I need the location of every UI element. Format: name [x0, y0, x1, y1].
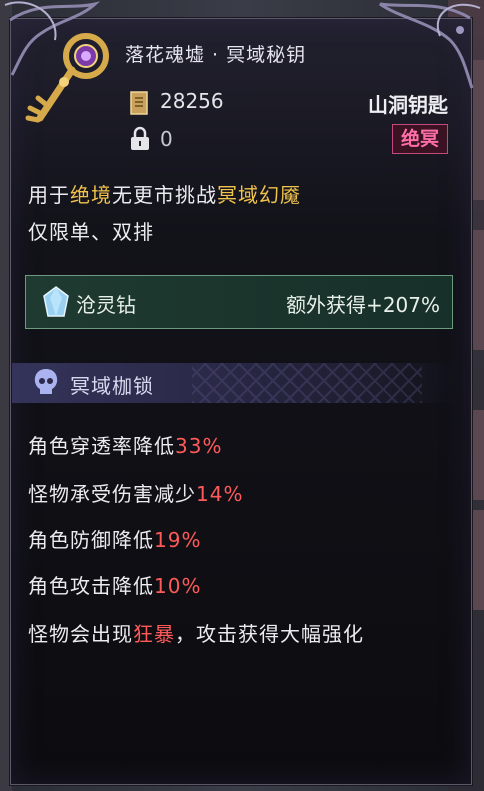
modifier-2: 怪物承受伤害减少14% — [28, 482, 244, 506]
highlight-mode: 绝境 — [70, 183, 112, 207]
section-title: 冥域枷锁 — [70, 374, 154, 398]
item-name: 落花魂墟 · 冥域秘钥 — [125, 44, 307, 66]
item-type: 山洞钥匙 — [368, 93, 448, 117]
rarity-badge: 绝冥 — [391, 124, 448, 154]
skull-icon — [34, 369, 58, 394]
modifier-3: 角色防御降低19% — [28, 528, 202, 552]
modifier-1: 角色穿透率降低33% — [28, 434, 223, 458]
gem-name: 沧灵钻 — [76, 293, 136, 317]
gem-icon — [43, 286, 69, 317]
description-line-2: 仅限单、双排 — [28, 220, 154, 244]
price-tag-icon — [130, 91, 148, 115]
key-icon — [25, 33, 109, 123]
modifier-5: 怪物会出现狂暴，攻击获得大幅强化 — [28, 622, 364, 646]
bonus-value: 额外获得+207% — [286, 293, 440, 317]
item-price: 28256 — [160, 89, 224, 113]
lock-count: 0 — [160, 127, 173, 151]
description-line-1: 用于绝境无更市挑战冥域幻魇 — [28, 183, 301, 207]
bonus-box: 沧灵钻 额外获得+207% — [25, 275, 453, 329]
highlight-dungeon: 冥域幻魇 — [217, 183, 301, 207]
modifier-4: 角色攻击降低10% — [28, 574, 202, 598]
lock-icon — [131, 126, 149, 150]
